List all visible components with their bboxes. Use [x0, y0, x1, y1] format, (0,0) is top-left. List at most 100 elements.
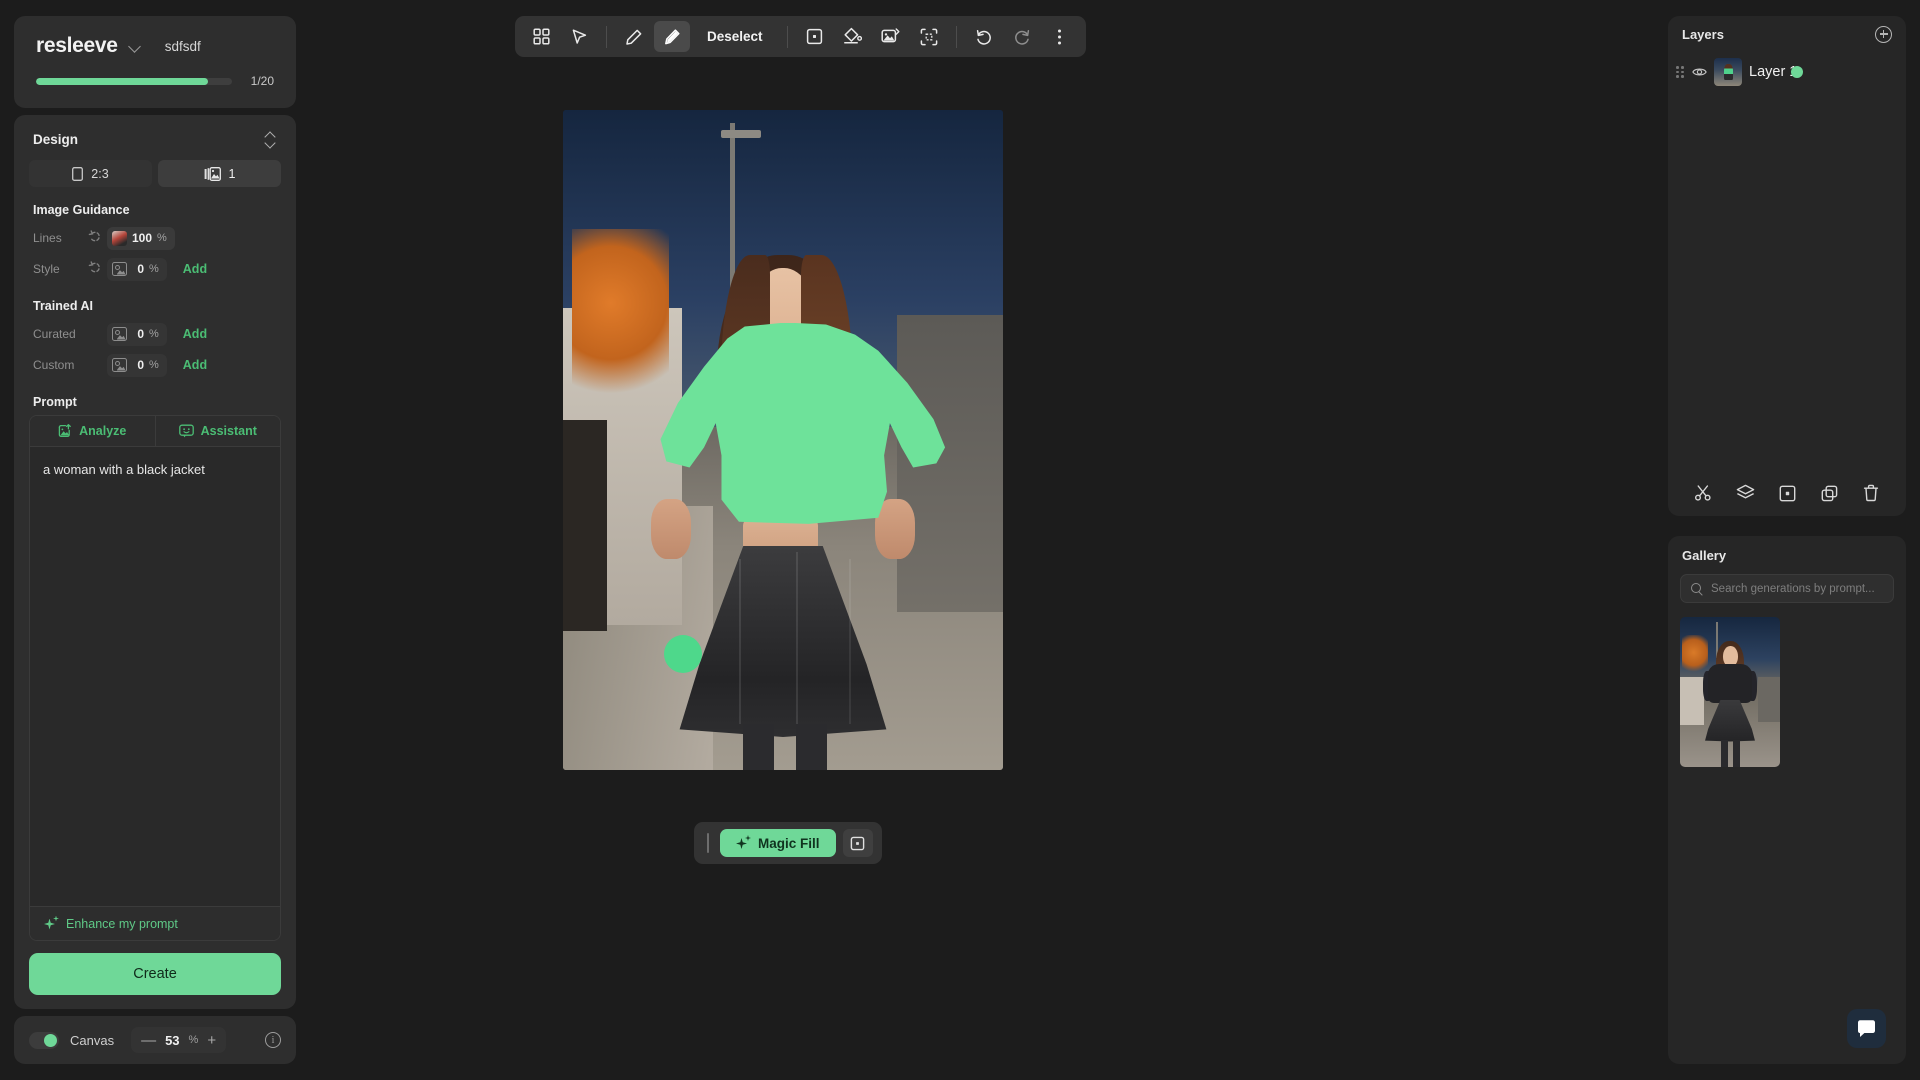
- canvas-toggle[interactable]: [29, 1031, 59, 1049]
- zoom-in-button[interactable]: +: [207, 1033, 216, 1048]
- reset-icon[interactable]: [87, 260, 107, 278]
- drag-grip-icon[interactable]: [1676, 64, 1685, 80]
- layers-panel: Layers Layer 1: [1668, 16, 1906, 516]
- trash-icon[interactable]: [1858, 480, 1884, 506]
- chat-bubble-icon[interactable]: [1847, 1009, 1886, 1048]
- trained-curated-add-link[interactable]: Add: [183, 327, 207, 341]
- enhance-prompt-button[interactable]: Enhance my prompt: [30, 906, 280, 940]
- toolbar-divider: [606, 25, 607, 48]
- guidance-style-value: 0: [137, 262, 144, 276]
- duplicate-icon[interactable]: [1816, 480, 1842, 506]
- eye-icon[interactable]: [1692, 66, 1707, 78]
- prompt-textarea[interactable]: a woman with a black jacket: [30, 447, 280, 906]
- layer-opacity-knob[interactable]: [1791, 65, 1804, 78]
- gallery-panel: Gallery: [1668, 536, 1906, 1064]
- magic-fill-button[interactable]: Magic Fill: [720, 829, 836, 857]
- placeholder-image-icon: [112, 358, 127, 372]
- frame-icon[interactable]: [1774, 480, 1800, 506]
- brand-row: resleeve sdfsdf: [36, 34, 274, 58]
- gallery-header: Gallery: [1668, 536, 1906, 574]
- layers-title: Layers: [1682, 26, 1724, 42]
- trained-curated-value-box[interactable]: 0 %: [107, 322, 167, 346]
- layer-name[interactable]: Layer 1: [1749, 64, 1797, 80]
- scissors-icon[interactable]: [1690, 480, 1716, 506]
- prompt-box: Analyze Assistant a woman with a black j…: [29, 415, 281, 941]
- thumb-skirt: [1705, 699, 1755, 742]
- zoom-unit: %: [188, 1034, 199, 1046]
- crop-frame-icon[interactable]: [911, 21, 947, 52]
- trained-curated-label: Curated: [33, 327, 76, 341]
- layer-row[interactable]: Layer 1: [1668, 52, 1906, 92]
- cursor-arrow-icon[interactable]: [561, 21, 597, 52]
- search-icon: [1691, 582, 1703, 595]
- paint-bucket-icon[interactable]: [835, 21, 871, 52]
- trained-custom-add-link[interactable]: Add: [183, 358, 207, 372]
- pen-icon[interactable]: [616, 21, 652, 52]
- bottom-action-bar: Magic Fill: [694, 822, 882, 864]
- gallery-item[interactable]: [1680, 617, 1780, 767]
- trained-custom-value-box[interactable]: 0 %: [107, 353, 167, 377]
- drag-handle[interactable]: [703, 832, 713, 854]
- gallery-search-input[interactable]: [1711, 582, 1883, 595]
- brush-cursor-indicator[interactable]: [664, 634, 703, 673]
- gallery-search-box[interactable]: [1680, 574, 1894, 603]
- guidance-row-lines: Lines 100 %: [29, 224, 281, 252]
- thumb-leg-left: [1721, 740, 1728, 767]
- model-leg-left: [743, 723, 775, 770]
- design-card: Design 2:3 1 Image Guidance Lines 100 % …: [14, 115, 296, 1009]
- grid-icon[interactable]: [523, 21, 559, 52]
- trained-curated-value: 0: [137, 327, 144, 341]
- info-circle-icon[interactable]: i: [265, 1032, 281, 1048]
- toolbar-divider: [955, 25, 957, 48]
- trained-ai-title: Trained AI: [33, 299, 93, 313]
- reset-placeholder: [87, 325, 107, 343]
- sparkle-icon: [736, 836, 750, 850]
- reset-icon[interactable]: [87, 229, 107, 247]
- guidance-lines-value-box[interactable]: 100 %: [107, 226, 175, 250]
- image-replace-icon[interactable]: [873, 21, 909, 52]
- deselect-button[interactable]: Deselect: [692, 21, 778, 52]
- canvas-label: Canvas: [70, 1032, 115, 1048]
- plus-circle-icon[interactable]: [1875, 25, 1892, 43]
- guidance-style-value-box[interactable]: 0 %: [107, 257, 167, 281]
- design-section-header[interactable]: Design: [29, 131, 281, 147]
- tab-assistant-label: Assistant: [200, 424, 257, 438]
- select-box-icon[interactable]: [797, 21, 833, 52]
- gallery-title: Gallery: [1682, 547, 1727, 563]
- zoom-value: 53: [165, 1032, 180, 1048]
- chevron-down-icon[interactable]: [129, 40, 142, 53]
- guidance-style-add-link[interactable]: Add: [183, 262, 207, 276]
- create-button[interactable]: Create: [29, 953, 281, 995]
- zoom-control: — 53 % +: [131, 1027, 227, 1053]
- tab-image-count[interactable]: 1: [158, 160, 281, 187]
- tab-analyze[interactable]: Analyze: [30, 416, 155, 446]
- layers-stack-icon[interactable]: [1732, 480, 1758, 506]
- brand-card: resleeve sdfsdf 1/20: [14, 16, 296, 108]
- toolbar-divider: [786, 25, 788, 48]
- left-sidebar: resleeve sdfsdf 1/20 Design 2:3 1 Image …: [14, 16, 296, 1064]
- tab-ratio-2-3[interactable]: 2:3: [29, 160, 152, 187]
- credits-progress-label: 1/20: [250, 74, 274, 88]
- app-root: resleeve sdfsdf 1/20 Design 2:3 1 Image …: [0, 0, 1920, 1080]
- chevron-updown-icon[interactable]: [263, 131, 277, 147]
- zoom-out-button[interactable]: —: [141, 1033, 156, 1048]
- more-options-icon[interactable]: [1042, 21, 1078, 52]
- layer-body: Layer 1: [1749, 63, 1896, 81]
- brush-icon[interactable]: [654, 21, 690, 52]
- canvas-area[interactable]: [563, 110, 1003, 770]
- canvas-image[interactable]: [563, 110, 1003, 770]
- undo-icon[interactable]: [966, 21, 1002, 52]
- select-box-icon[interactable]: [842, 829, 873, 857]
- thumb-foliage: [1682, 635, 1708, 674]
- photo-thumbnail-icon: [112, 230, 127, 246]
- thumb-building-left: [1680, 677, 1704, 725]
- background-foliage: [571, 228, 669, 414]
- tab-assistant[interactable]: Assistant: [154, 416, 280, 446]
- skirt-fold: [849, 558, 851, 724]
- background-lamp-arm: [721, 129, 761, 138]
- tab-image-count-label: 1: [228, 166, 236, 181]
- credits-progress-track: [36, 77, 232, 85]
- trained-custom-value: 0: [137, 358, 144, 372]
- redo-icon[interactable]: [1004, 21, 1040, 52]
- project-name[interactable]: sdfsdf: [165, 39, 201, 54]
